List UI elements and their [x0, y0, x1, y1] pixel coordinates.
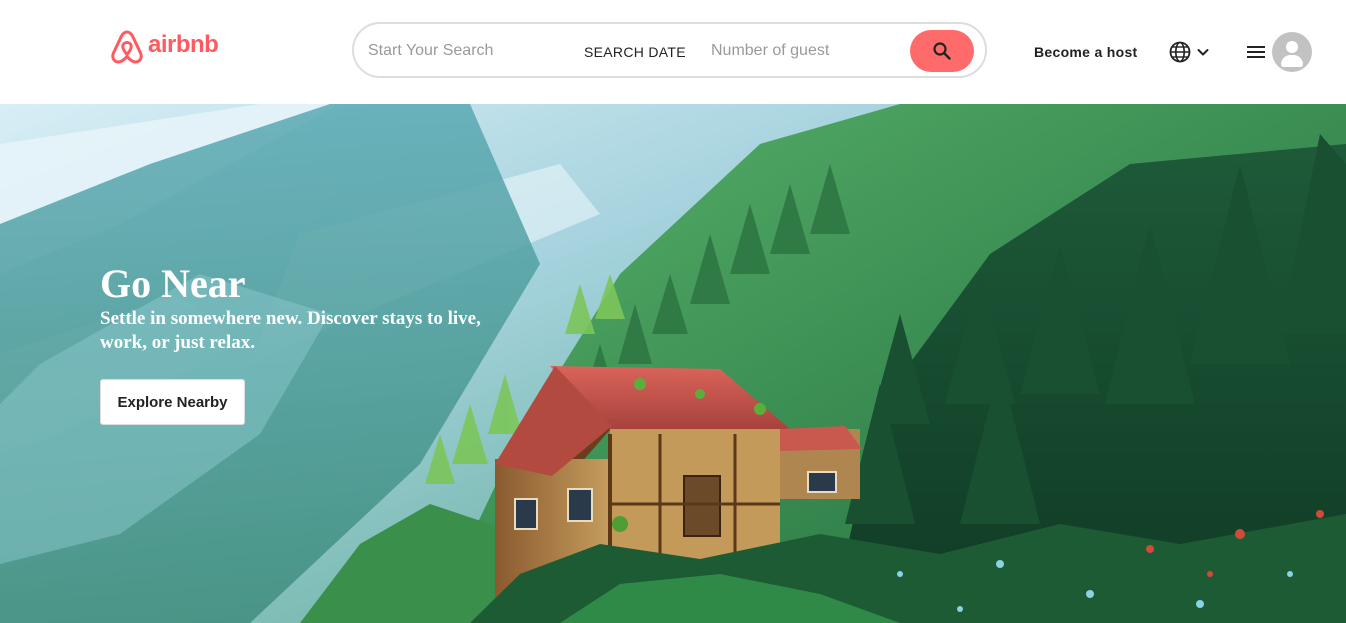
search-icon	[933, 42, 951, 60]
hero-background-illustration	[0, 104, 1346, 623]
hero-subtitle: Settle in somewhere new. Discover stays …	[100, 308, 481, 353]
globe-icon	[1169, 41, 1191, 63]
user-avatar-icon	[1272, 32, 1312, 72]
search-button[interactable]	[910, 30, 974, 72]
search-bar: SEARCH DATE	[352, 22, 987, 78]
become-a-host-link[interactable]: Become a host	[1034, 44, 1138, 60]
hamburger-menu-icon	[1247, 46, 1265, 58]
guest-count-input[interactable]	[709, 38, 903, 64]
airbnb-logo-icon	[111, 30, 143, 64]
language-selector[interactable]	[1168, 40, 1216, 64]
hero-banner: Go Near Settle in somewhere new. Discove…	[0, 104, 1346, 623]
logo-text: airbnb	[148, 31, 219, 58]
hero-title: Go Near	[100, 261, 246, 306]
explore-nearby-button[interactable]: Explore Nearby	[100, 379, 245, 425]
search-input[interactable]	[366, 38, 570, 64]
airbnb-logo[interactable]: airbnb	[110, 27, 219, 67]
profile-menu-button[interactable]	[1246, 32, 1312, 72]
search-date-picker[interactable]: SEARCH DATE	[584, 44, 686, 60]
chevron-down-icon	[1197, 49, 1209, 56]
top-navigation-bar: airbnb SEARCH DATE Become a host	[0, 0, 1346, 104]
